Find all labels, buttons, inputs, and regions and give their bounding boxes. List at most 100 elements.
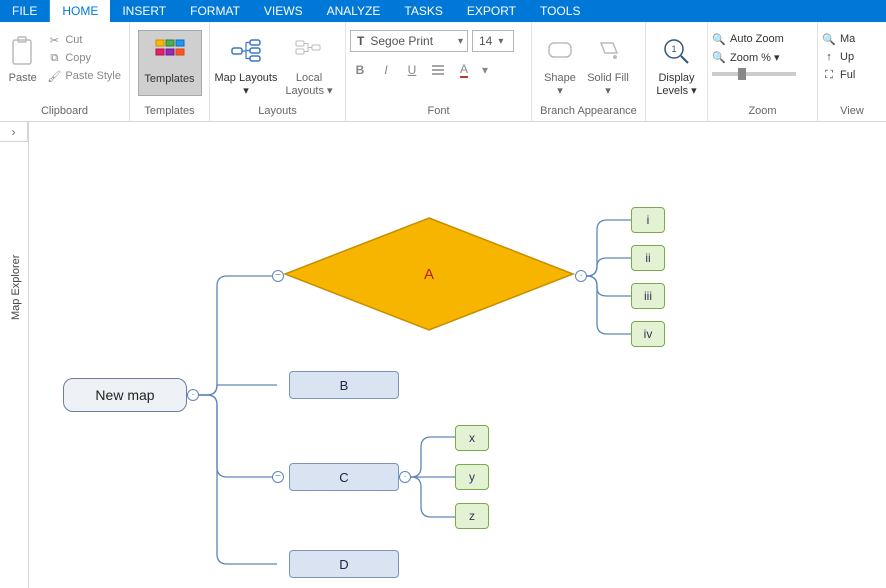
ribbon: Paste ✂ Cut ⧉ Copy 🖌 Paste Style Clipboa… [0,22,886,122]
node-c-child-y[interactable]: y [455,464,489,490]
solid-fill-button[interactable]: Solid Fill ▾ [584,30,632,102]
root-expand-button[interactable]: · [187,389,199,401]
menu-tasks[interactable]: TASKS [392,0,454,22]
side-panel-toggle[interactable]: › [0,122,28,142]
zoom-slider-thumb[interactable] [738,68,746,80]
view-up-button[interactable]: ↑ Up [822,50,855,64]
magnifier-icon: 🔍 [712,32,726,46]
svg-text:1: 1 [671,44,676,54]
ribbon-group-templates: Templates Templates [130,22,210,121]
shape-label: Shape▾ [544,72,576,97]
node-a-child-iii-label: iii [644,289,652,303]
copy-button[interactable]: ⧉ Copy [43,50,125,66]
auto-zoom-button[interactable]: 🔍 Auto Zoom [712,32,796,46]
italic-button[interactable]: I [376,60,396,80]
magnifier-levels-icon: 1 [660,34,694,68]
node-a-child-iii[interactable]: iii [631,283,665,309]
node-c-child-x-label: x [469,431,475,445]
copy-label: Copy [65,52,91,64]
node-a-expand-button[interactable]: · [575,270,587,282]
view-ma-button[interactable]: 🔍 Ma [822,32,855,46]
magnifier-icon: 🔍 [822,32,836,46]
menu-file[interactable]: FILE [0,0,50,22]
menu-home[interactable]: HOME [50,0,110,22]
ribbon-group-view: 🔍 Ma ↑ Up ⛶ Ful View [818,22,886,121]
ribbon-group-font: T Segoe Print ▾ 14 ▾ B I U A ▾ [346,22,532,121]
cut-button[interactable]: ✂ Cut [43,32,125,48]
fullscreen-icon: ⛶ [822,68,836,82]
node-c-label: C [339,470,348,485]
menu-views[interactable]: VIEWS [252,0,315,22]
menu-analyze[interactable]: ANALYZE [315,0,393,22]
mindmap-canvas[interactable]: New map · A − · i ii iii iv B C − · x y … [29,122,886,588]
node-c-child-z[interactable]: z [455,503,489,529]
node-a-child-iv-label: iv [644,327,653,341]
node-c-child-x[interactable]: x [455,425,489,451]
node-b-label: B [340,378,349,393]
paste-style-label: Paste Style [65,70,121,82]
cut-label: Cut [65,34,82,46]
ribbon-group-display: 1 Display Levels ▾ [646,22,708,121]
copy-icon: ⧉ [47,51,61,65]
font-size-select[interactable]: 14 ▾ [472,30,514,52]
node-b[interactable]: B [289,371,399,399]
scissors-icon: ✂ [47,33,61,47]
shape-icon [543,34,577,68]
zoom-pct-button[interactable]: 🔍 Zoom % ▾ [712,50,796,64]
paintbrush-icon: 🖌 [47,69,61,83]
node-c-expand-button[interactable]: · [399,471,411,483]
font-size-value: 14 [479,34,492,48]
menu-format[interactable]: FORMAT [178,0,252,22]
bold-button[interactable]: B [350,60,370,80]
node-d-label: D [339,557,348,572]
zoom-pct-label: Zoom % ▾ [730,51,780,64]
view-ful-label: Ful [840,69,855,81]
view-ful-button[interactable]: ⛶ Ful [822,68,855,82]
font-name-value: Segoe Print [370,34,452,48]
paste-label: Paste [9,72,37,84]
paste-style-button[interactable]: 🖌 Paste Style [43,68,125,84]
node-a-child-i[interactable]: i [631,207,665,233]
ribbon-group-clipboard: Paste ✂ Cut ⧉ Copy 🖌 Paste Style Clipboa… [0,22,130,121]
map-layouts-button[interactable]: Map Layouts ▾ [214,30,278,102]
view-group-label: View [822,103,882,121]
font-color-button[interactable]: A [454,60,474,80]
solid-fill-label: Solid Fill ▾ [584,72,632,97]
node-a-child-iv[interactable]: iv [631,321,665,347]
underline-button[interactable]: U [402,60,422,80]
font-color-dropdown[interactable]: ▾ [480,60,490,80]
shape-button[interactable]: Shape▾ [536,30,584,102]
menu-tools[interactable]: TOOLS [528,0,592,22]
paste-icon [6,34,40,68]
node-a-collapse-button[interactable]: − [272,270,284,282]
node-a-child-ii-label: ii [645,251,650,265]
node-c[interactable]: C [289,463,399,491]
node-a-child-ii[interactable]: ii [631,245,665,271]
local-layouts-button[interactable]: Local Layouts ▾ [278,30,340,102]
font-name-select[interactable]: T Segoe Print ▾ [350,30,468,52]
node-a[interactable]: A [283,216,575,332]
node-d[interactable]: D [289,550,399,578]
view-ma-label: Ma [840,33,855,45]
zoom-slider[interactable] [712,72,796,76]
fill-icon [591,34,625,68]
side-panel-label[interactable]: Map Explorer [10,255,22,320]
menu-export[interactable]: EXPORT [455,0,528,22]
layouts-group-label: Layouts [214,103,341,121]
paste-button[interactable]: Paste [4,30,41,102]
node-root[interactable]: New map [63,378,187,412]
node-c-collapse-button[interactable]: − [272,471,284,483]
magnifier-plus-icon: 🔍 [712,50,726,64]
menu-insert[interactable]: INSERT [110,0,178,22]
node-root-label: New map [95,387,154,403]
list-button[interactable] [428,60,448,80]
local-layouts-label: Local Layouts ▾ [278,72,340,97]
display-levels-button[interactable]: 1 Display Levels ▾ [651,30,703,102]
templates-icon [153,35,187,69]
display-levels-label: Display Levels ▾ [651,72,703,97]
node-a-child-i-label: i [647,213,650,227]
chevron-down-icon: ▾ [458,36,463,47]
templates-button[interactable]: Templates [138,30,202,96]
branch-group-label: Branch Appearance [536,103,641,121]
auto-zoom-label: Auto Zoom [730,33,784,45]
